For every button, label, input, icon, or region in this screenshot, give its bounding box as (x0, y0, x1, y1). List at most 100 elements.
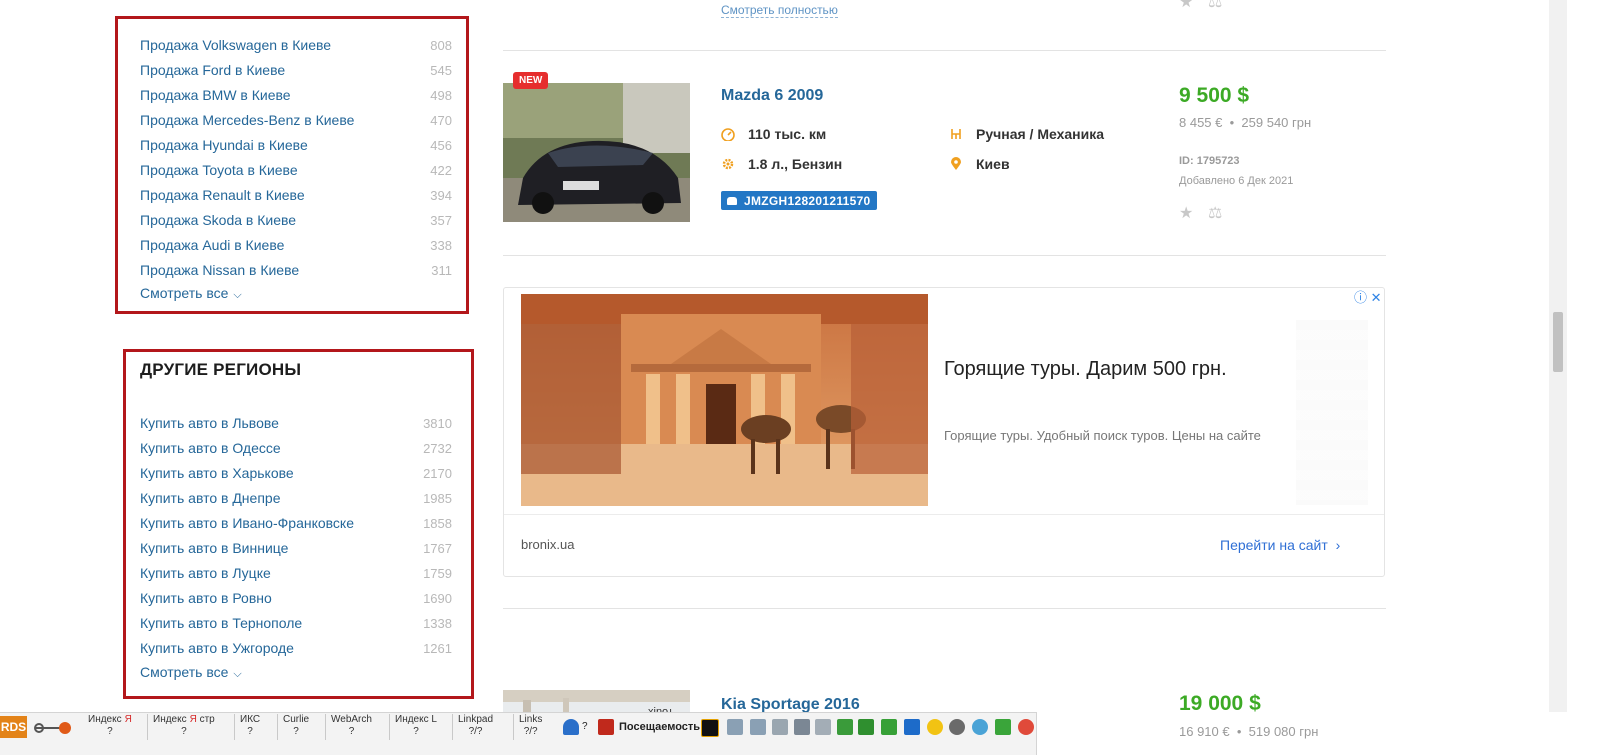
toolbar-button-value: ? (413, 726, 419, 737)
list-item[interactable]: Купить авто в Луцке 1759 (140, 562, 452, 584)
price-usd: 9 500 $ (1179, 84, 1250, 107)
list-item-label: Продажа Renault в Киеве (140, 187, 305, 203)
list-item-label: Продажа Volkswagen в Киеве (140, 37, 332, 53)
ad-headline[interactable]: Горящие туры. Дарим 500 грн. (944, 358, 1227, 381)
toolbar-button-value: ? (181, 726, 187, 737)
car-icon (727, 196, 737, 205)
list-item-count: 3810 (423, 415, 452, 431)
toolbar-button-value: ? (293, 726, 299, 737)
toolbar-button-label: Индекс (153, 714, 187, 725)
price-alt: 8 455 € • 259 540 грн (1179, 115, 1312, 130)
ad-cta-link[interactable]: Перейти на сайт › (1220, 537, 1340, 553)
toggle-switch[interactable] (33, 721, 73, 735)
toolbar-button[interactable]: Индекс Я стр? (153, 714, 215, 738)
list-item[interactable]: Продажа Renault в Киеве 394 (140, 184, 452, 206)
list-item[interactable]: Продажа Audi в Киеве 338 (140, 234, 452, 256)
list-item[interactable]: Продажа Toyota в Киеве 422 (140, 159, 452, 181)
code-icon[interactable] (881, 719, 897, 735)
brands-see-all-link[interactable]: Смотреть все ⌵ (140, 285, 242, 302)
ad-image[interactable] (521, 294, 928, 506)
visits-label[interactable]: Посещаемость (619, 721, 700, 733)
grid-icon[interactable] (727, 719, 743, 735)
toolbar-button[interactable]: Links ?/? (519, 714, 542, 738)
list-item[interactable]: Продажа BMW в Киеве 498 (140, 84, 452, 106)
home-icon[interactable] (858, 719, 874, 735)
star-icon[interactable]: ★ (1179, 0, 1193, 12)
scrollbar-thumb[interactable] (1553, 312, 1563, 372)
pen-icon[interactable] (701, 719, 719, 737)
toolbar-button-value: ? (247, 726, 253, 737)
list-item[interactable]: Купить авто в Львове 3810 (140, 412, 452, 434)
toolbar-button[interactable]: WebArch? (331, 714, 372, 738)
seo-icon[interactable] (837, 719, 853, 735)
gear-icon[interactable] (949, 719, 965, 735)
close-icon[interactable] (1018, 719, 1034, 735)
list-item-count: 1858 (423, 515, 452, 531)
toolbar-button[interactable]: Индекс Я? (88, 714, 132, 738)
list-item[interactable]: Купить авто в Днепре 1985 (140, 487, 452, 509)
list-item-label: Купить авто в Виннице (140, 540, 289, 556)
list-item[interactable]: Продажа Nissan в Киеве 311 (140, 259, 452, 281)
list-item[interactable]: Продажа Hyundai в Киеве 456 (140, 134, 452, 156)
listing-date: Добавлено 6 Дек 2021 (1179, 175, 1294, 187)
toolbar-button-label: WebArch (331, 714, 372, 725)
see-full-link[interactable]: Смотреть полностью (721, 3, 838, 18)
chart-icon[interactable] (598, 719, 614, 735)
s-icon[interactable] (794, 719, 810, 735)
ad-choices-icon[interactable]: ⓘ ✕ (1354, 287, 1382, 306)
mazda-photo[interactable] (503, 83, 690, 222)
toolbar-button-label: Индекс L (395, 714, 437, 725)
list-item-label: Продажа Audi в Киеве (140, 237, 285, 253)
list-item[interactable]: Купить авто в Ужгороде 1261 (140, 637, 452, 659)
toolbar-button[interactable]: ИКС? (240, 714, 260, 738)
list-item-label: Купить авто в Луцке (140, 565, 271, 581)
puzzle-icon[interactable] (995, 719, 1011, 735)
list-item[interactable]: Продажа Volkswagen в Киеве 808 (140, 34, 452, 56)
refresh-icon[interactable] (972, 719, 988, 735)
list-item-count: 545 (430, 62, 452, 78)
sitemap-icon[interactable] (750, 719, 766, 735)
list-item[interactable]: Продажа Ford в Киеве 545 (140, 59, 452, 81)
compare-icon[interactable]: ⚖ (1208, 203, 1222, 223)
list-item-count: 1261 (423, 640, 452, 656)
list-item[interactable]: Купить авто в Ровно 1690 (140, 587, 452, 609)
list-item[interactable]: Купить авто в Харькове 2170 (140, 462, 452, 484)
chevron-right-icon: › (1335, 537, 1341, 553)
database-icon[interactable] (904, 719, 920, 735)
list-item-label: Купить авто в Днепре (140, 490, 281, 506)
bulb-icon[interactable] (927, 719, 943, 735)
toolbar-separator (325, 714, 326, 740)
list-item[interactable]: Купить авто в Виннице 1767 (140, 537, 452, 559)
spy-icon[interactable] (563, 719, 579, 735)
chevron-down-icon: ⌵ (233, 668, 242, 680)
compare-icon[interactable]: ⚖ (1208, 0, 1222, 12)
list-item[interactable]: Купить авто в Одессе 2732 (140, 437, 452, 459)
toolbar-separator (513, 714, 514, 740)
toolbar-button[interactable]: Linkpad ?/? (458, 714, 493, 738)
list-item-label: Продажа BMW в Киеве (140, 87, 291, 103)
list-item[interactable]: Купить авто в Ивано-Франковске 1858 (140, 512, 452, 534)
regions-see-all-link[interactable]: Смотреть все ⌵ (140, 664, 242, 681)
ad-domain: bronix.ua (521, 537, 575, 552)
listing-title[interactable]: Mazda 6 2009 (721, 87, 823, 105)
robots-icon[interactable] (772, 719, 788, 735)
ad-divider (504, 514, 1384, 515)
list-item[interactable]: Продажа Skoda в Киеве 357 (140, 209, 452, 231)
list-item-label: Купить авто в Ужгороде (140, 640, 294, 656)
rss-icon[interactable] (815, 719, 831, 735)
list-item-count: 394 (430, 187, 452, 203)
list-item-count: 2170 (423, 465, 452, 481)
yandex-mark: Я (124, 714, 132, 725)
rds-logo[interactable]: RDS (0, 716, 27, 738)
vin-badge[interactable]: JMZGH128201211570 (721, 191, 877, 210)
star-icon[interactable]: ★ (1179, 203, 1193, 223)
toolbar-button-value: ? (348, 726, 355, 737)
mileage-spec: 110 тыс. км (721, 126, 826, 142)
toolbar-separator (452, 714, 453, 740)
toolbar-button[interactable]: Curlie? (283, 714, 309, 738)
list-item[interactable]: Продажа Mercedes-Benz в Киеве 470 (140, 109, 452, 131)
regions-heading: ДРУГИЕ РЕГИОНЫ (140, 360, 302, 379)
list-item-count: 1338 (423, 615, 452, 631)
list-item[interactable]: Купить авто в Тернополе 1338 (140, 612, 452, 634)
toolbar-button[interactable]: Индекс L? (395, 714, 437, 738)
